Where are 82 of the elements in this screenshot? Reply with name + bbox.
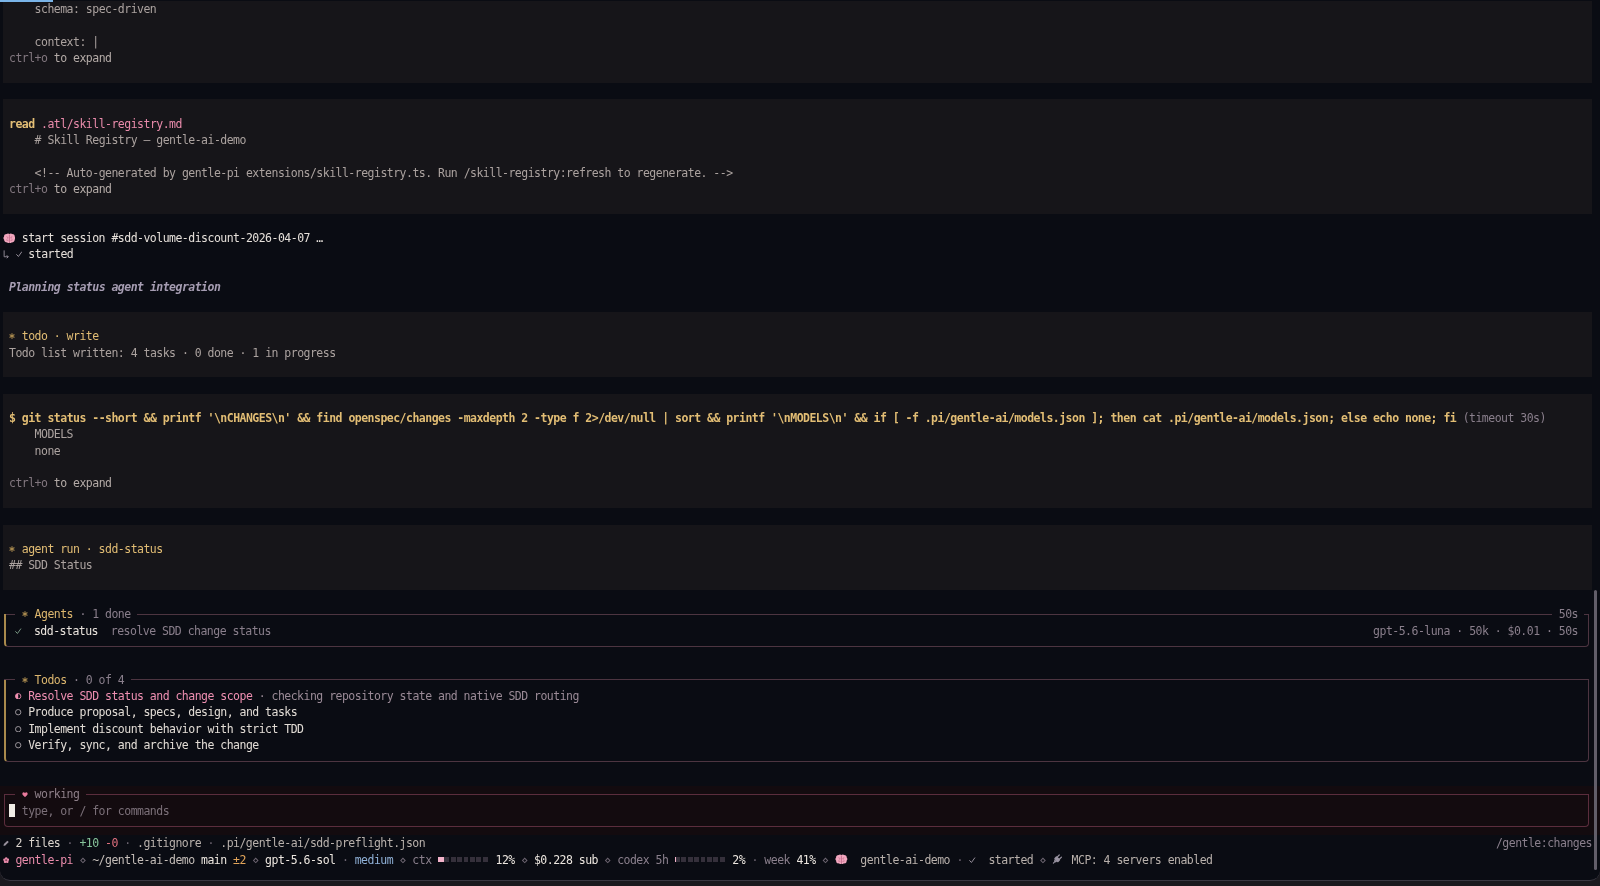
- separator: ·: [66, 835, 73, 852]
- brain-icon: [834, 854, 848, 866]
- separator: ⋄: [399, 851, 406, 869]
- plug-icon: [1052, 854, 1064, 866]
- output-line: ## SDD Status: [9, 557, 93, 574]
- thinking-text: Planning status agent integration: [9, 279, 221, 296]
- accent-bar: [0, 0, 53, 2]
- output-line: schema: spec-driven: [34, 1, 157, 18]
- effort-level: medium: [354, 851, 394, 869]
- change-count: ±2: [233, 851, 246, 869]
- session-title: start session #sdd-volume-discount-2026-04-07 …: [21, 230, 323, 247]
- separator: ⋄: [822, 851, 829, 869]
- brain-icon: [2, 232, 16, 244]
- file-name: .pi/gentle-ai/sdd-preflight.json: [220, 835, 426, 852]
- panel-title: Todos: [34, 671, 67, 689]
- heart-icon: [22, 791, 28, 798]
- todo-text: Verify, sync, and archive the change: [28, 737, 259, 754]
- added-lines: +10: [79, 835, 99, 852]
- command-line: $ git status --short && printf '\nCHANGES\n' && find openspec/changes -maxdepth 2 -type f 2>/dev/null | sort && printf '\nMODELS\n' && if [ -f .pi/gentle-ai/models.json ]; then cat .pi/gentle-ai/models.json; else echo none; fi (timeout 30s): [9, 410, 1546, 427]
- asterisk-icon: [9, 333, 16, 340]
- usage-value: 2%: [732, 851, 746, 869]
- agent-name: sdd-status: [33, 622, 98, 639]
- flower-icon: [2, 856, 9, 864]
- separator: ⋄: [252, 851, 259, 869]
- output-line: <!-- Auto-generated by gentle-pi extensions/skill-registry.ts. Run /skill-registry:refresh to regenerate. -->: [34, 164, 733, 181]
- usage-label: codex 5h: [617, 851, 669, 869]
- todo-text: Resolve SDD status and change scope: [28, 688, 253, 705]
- panel-summary: · 0 of 4: [73, 671, 125, 689]
- tool-title: todo · write: [21, 328, 99, 345]
- file-count: 2 files: [15, 835, 61, 852]
- separator: ·: [751, 851, 758, 869]
- separator: ·: [341, 851, 349, 869]
- separator: ⋄: [521, 851, 528, 869]
- separator: ·: [124, 835, 131, 852]
- usage-label: ctx: [412, 851, 432, 869]
- panel-summary: · 1 done: [79, 606, 131, 623]
- mcp-status: MCP: 4 servers enabled: [1071, 851, 1213, 869]
- todo-text: Produce proposal, specs, design, and tasks: [28, 704, 298, 721]
- output-line: none: [34, 442, 61, 460]
- app-name: gentle-pi: [15, 851, 73, 869]
- separator: ·: [207, 835, 214, 852]
- model-name: gpt-5.6-sol: [265, 851, 336, 869]
- output-line: MODELS: [34, 426, 73, 443]
- usage-label: week: [764, 851, 790, 869]
- removed-lines: -0: [105, 835, 118, 852]
- usage-value: 41%: [796, 851, 816, 869]
- pencil-icon: [2, 840, 9, 847]
- asterisk-icon: [22, 676, 28, 683]
- expand-hint: ctrl+o to expand: [9, 180, 112, 198]
- output-line: # Skill Registry — gentle-ai-demo: [34, 131, 246, 149]
- separator: ⋄: [1039, 851, 1046, 869]
- agent-task: resolve SDD change status: [110, 622, 271, 639]
- file-name: .gitignore: [137, 835, 202, 852]
- activity-label: working: [34, 786, 80, 803]
- prompt-box[interactable]: working type, or / for commands: [0, 786, 1600, 836]
- branch-name: main: [201, 851, 227, 869]
- directory-path: ~/gentle-ai-demo: [92, 851, 195, 869]
- tool-title: agent run · sdd-status: [21, 540, 163, 558]
- prompt-input[interactable]: type, or / for commands: [21, 802, 1588, 819]
- separator: ⋄: [79, 851, 86, 869]
- session-result: started: [28, 246, 74, 263]
- usage-value: $0.228 sub: [533, 851, 598, 869]
- scrollbar-thumb[interactable]: [1594, 590, 1597, 870]
- usage-value: 12%: [495, 851, 515, 869]
- asterisk-icon: [9, 546, 16, 553]
- todo-text: Implement discount behavior with strict TDD: [28, 720, 304, 738]
- elapsed-time: 50s: [1558, 606, 1578, 623]
- expand-hint: ctrl+o to expand: [9, 475, 112, 492]
- tool-header: read .atl/skill-registry.md: [9, 115, 182, 132]
- project-name: gentle-ai-demo: [860, 851, 950, 869]
- output-line: context: |: [34, 33, 99, 51]
- separator: ⋄: [604, 851, 611, 869]
- asterisk-icon: [22, 611, 28, 618]
- agent-meta: gpt-5.6-luna · 50k · $0.01 · 50s: [1373, 622, 1578, 639]
- return-arrow-icon: [2, 250, 9, 260]
- panel-title: Agents: [34, 606, 73, 623]
- command-hint: /gentle:changes: [1495, 835, 1593, 852]
- output-line: Todo list written: 4 tasks · 0 done · 1 in progress: [9, 344, 336, 361]
- todo-detail: · checking repository state and native SDD routing: [258, 688, 579, 705]
- separator: ·: [956, 851, 963, 869]
- session-status: started: [988, 851, 1034, 869]
- expand-hint: ctrl+o to expand: [9, 50, 112, 67]
